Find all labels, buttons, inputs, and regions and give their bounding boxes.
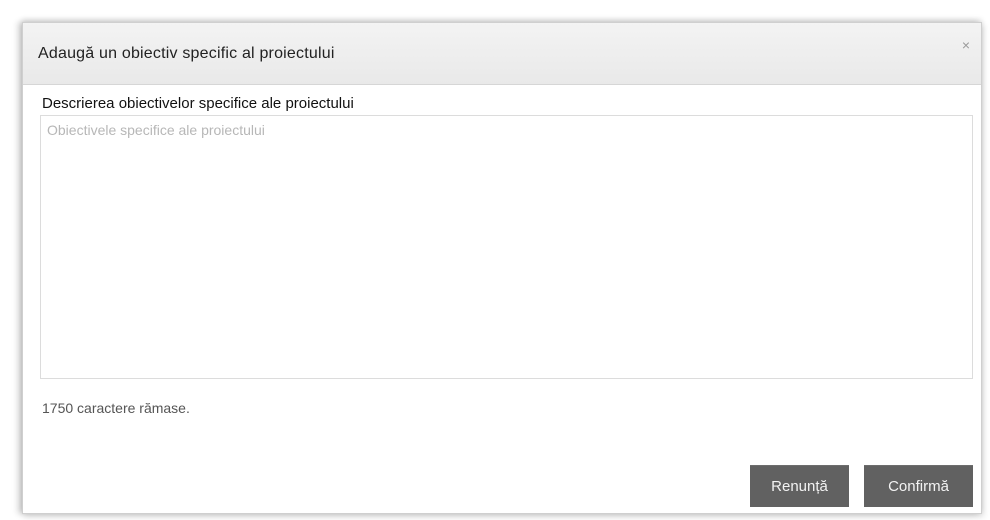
page: Adaugă un obiectiv specific al proiectul… xyxy=(0,0,990,520)
objectives-description-textarea[interactable] xyxy=(40,115,973,379)
dialog-title: Adaugă un obiectiv specific al proiectul… xyxy=(38,45,335,62)
dialog-header: Adaugă un obiectiv specific al proiectul… xyxy=(23,23,981,85)
confirm-button[interactable]: Confirmă xyxy=(864,465,973,507)
characters-remaining-text: 1750 caractere rămase. xyxy=(42,400,190,416)
close-icon[interactable]: × xyxy=(957,36,975,54)
description-label: Descrierea obiectivelor specifice ale pr… xyxy=(42,95,354,112)
cancel-button[interactable]: Renunță xyxy=(750,465,849,507)
add-objective-dialog: Adaugă un obiectiv specific al proiectul… xyxy=(22,22,982,514)
